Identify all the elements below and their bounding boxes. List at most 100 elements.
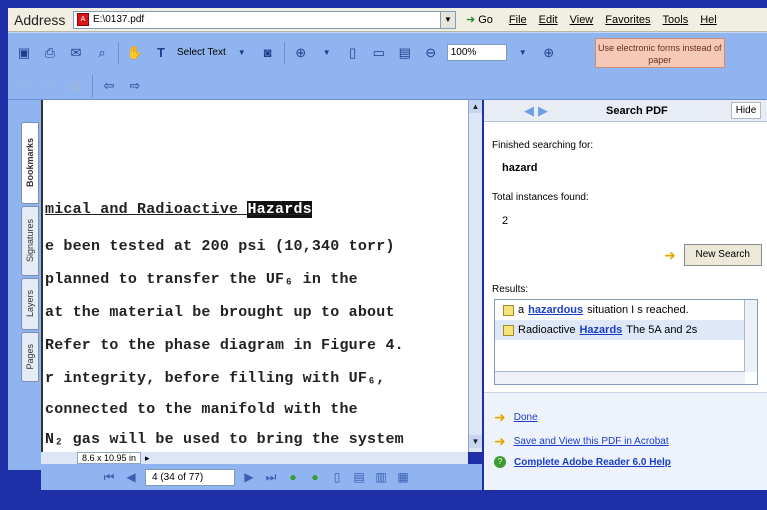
toolbar-divider — [283, 41, 285, 64]
snapshot-icon[interactable]: ◙ — [258, 43, 278, 63]
select-text-dropdown-icon[interactable]: ▼ — [232, 43, 252, 63]
results-vertical-scrollbar[interactable] — [744, 300, 757, 372]
arrow-right-icon: ➜ — [494, 433, 506, 449]
continuous-layout-icon[interactable]: ▤ — [351, 470, 367, 484]
hand-tool-icon[interactable]: ✋ — [125, 43, 145, 63]
document-line: Refer to the phase diagram in Figure 4. — [45, 337, 404, 354]
email-icon[interactable]: ✉ — [66, 43, 86, 63]
menu-tools[interactable]: Tools — [663, 14, 689, 26]
address-bar: Address A E:\0137.pdf ▼ ➜ Go File Edit V… — [8, 8, 767, 32]
new-search-group: ➜ New Search — [664, 244, 762, 266]
address-input[interactable]: A E:\0137.pdf — [73, 10, 441, 29]
menu-file[interactable]: File — [509, 14, 527, 26]
menu-favorites[interactable]: Favorites — [605, 14, 650, 26]
result-item[interactable]: Radioactive Hazards The 5A and 2s — [495, 320, 757, 340]
search-term: hazard — [502, 162, 538, 174]
next-view-circle-icon[interactable]: ● — [307, 470, 323, 484]
fit-width-icon[interactable]: ▤ — [395, 43, 415, 63]
document-page[interactable]: mical and Radioactive Hazards e been tes… — [41, 100, 468, 452]
previous-page-icon[interactable]: ◀ — [123, 470, 139, 484]
search-pane-footer: ➜ Done ➜ Save and View this PDF in Acrob… — [484, 392, 767, 490]
menu-view[interactable]: View — [570, 14, 594, 26]
result-hit: Hazards — [579, 324, 623, 336]
new-search-button[interactable]: New Search — [683, 244, 762, 266]
save-icon[interactable]: ▣ — [14, 43, 34, 63]
done-link-label: Done — [513, 412, 538, 423]
page-size-arrow-icon: ▸ — [145, 452, 150, 463]
document-line-text: mical and Radioactive — [45, 201, 248, 218]
result-text: Radioactive — [518, 324, 576, 336]
document-vertical-scrollbar[interactable]: ▲ ▼ — [468, 100, 482, 452]
document-line: connected to the manifold with the — [45, 401, 358, 418]
toolbar-divider — [118, 41, 119, 64]
zoom-out-icon[interactable]: ⊖ — [421, 43, 441, 63]
go-arrow-icon: ➜ — [466, 14, 476, 26]
results-horizontal-scrollbar[interactable] — [495, 371, 745, 384]
print-icon[interactable]: ⎙ — [40, 43, 60, 63]
page-number-input[interactable]: 4 (34 of 77) — [145, 468, 235, 486]
tab-pages[interactable]: Pages — [21, 332, 39, 382]
select-text-label[interactable]: Select Text — [177, 47, 226, 58]
tab-bookmarks[interactable]: Bookmarks — [21, 122, 39, 204]
pages-icon[interactable]: ▦ — [66, 76, 86, 96]
results-label: Results: — [492, 284, 529, 295]
tab-layers[interactable]: Layers — [21, 278, 39, 330]
zoom-level-dropdown-icon[interactable]: ▼ — [513, 43, 533, 63]
search-icon[interactable]: ⌕ — [92, 43, 112, 63]
zoom-in-small-icon[interactable]: ⊕ — [539, 43, 559, 63]
menu-help[interactable]: Hel — [700, 14, 717, 26]
total-instances-label: Total instances found: — [492, 192, 589, 203]
next-page-icon[interactable]: ▶ — [241, 470, 257, 484]
electronic-forms-notice[interactable]: Use electronic forms instead of paper — [594, 37, 725, 68]
result-text: situation I s reached. — [587, 304, 689, 316]
first-page-icon[interactable]: ⏮ — [101, 470, 117, 485]
zoom-dropdown-icon[interactable]: ▼ — [317, 43, 337, 63]
search-back-forward-icon[interactable]: ◀▶ — [524, 103, 552, 119]
continuous-facing-layout-icon[interactable]: ▦ — [395, 470, 411, 484]
page-size-indicator: 8.6 x 10.95 in — [77, 452, 142, 464]
scroll-down-arrow-icon[interactable]: ▼ — [469, 435, 482, 448]
document-line: r integrity, before filling with UF₆, — [45, 370, 386, 387]
done-link[interactable]: ➜ Done — [494, 409, 538, 426]
adobe-reader-help-link[interactable]: ? Complete Adobe Reader 6.0 Help — [494, 456, 671, 468]
arrow-right-icon: ➜ — [664, 246, 676, 263]
search-pane-title: Search PDF — [606, 105, 668, 117]
search-pane-header: ◀▶ Search PDF Hide — [484, 100, 767, 122]
rotate-right-icon[interactable]: ↷ — [40, 76, 60, 96]
result-text: The 5A and 2s — [626, 324, 698, 336]
rotate-left-icon[interactable]: ↶ — [14, 76, 34, 96]
save-view-acrobat-link[interactable]: ➜ Save and View this PDF in Acrobat — [494, 433, 669, 450]
total-instances-count: 2 — [502, 215, 509, 227]
scroll-up-arrow-icon[interactable]: ▲ — [469, 100, 482, 113]
page-navigation-bar: ⏮ ◀ 4 (34 of 77) ▶ ⏭ ● ● ▯ ▤ ▥ ▦ — [41, 464, 482, 490]
go-button[interactable]: ➜ Go — [466, 13, 493, 27]
menu-edit[interactable]: Edit — [539, 14, 558, 26]
results-list: a hazardous situation I s reached. Radio… — [494, 299, 758, 385]
previous-view-circle-icon[interactable]: ● — [285, 470, 301, 484]
actual-size-icon[interactable]: ▯ — [343, 43, 363, 63]
fit-page-icon[interactable]: ▭ — [369, 43, 389, 63]
select-text-icon[interactable]: T — [151, 43, 171, 63]
address-label: Address — [14, 11, 66, 28]
next-view-icon[interactable]: ⇨ — [125, 76, 145, 96]
document-line: mical and Radioactive Hazards — [45, 201, 312, 218]
result-item[interactable]: a hazardous situation I s reached. — [495, 300, 757, 320]
last-page-icon[interactable]: ⏭ — [263, 470, 279, 485]
address-dropdown-button[interactable]: ▼ — [441, 10, 456, 29]
hide-button[interactable]: Hide — [731, 102, 761, 119]
document-line: N₂ gas will be used to bring the system — [45, 431, 404, 448]
main-toolbar: ▣ ⎙ ✉ ⌕ ✋ T Select Text ▼ ◙ ⊕ ▼ ▯ ▭ ▤ ⊖ … — [8, 32, 767, 72]
tab-signatures-label: Signatures — [25, 219, 35, 263]
result-hit: hazardous — [528, 304, 584, 316]
tab-signatures[interactable]: Signatures — [21, 206, 39, 276]
zoom-input[interactable]: 100% — [446, 44, 507, 61]
previous-view-icon[interactable]: ⇦ — [99, 76, 119, 96]
document-line: e been tested at 200 psi (10,340 torr) — [45, 238, 395, 255]
zoom-in-icon[interactable]: ⊕ — [291, 43, 311, 63]
save-view-acrobat-label: Save and View this PDF in Acrobat — [513, 436, 669, 447]
toolbar-divider — [92, 74, 93, 97]
adobe-reader-help-label: Complete Adobe Reader 6.0 Help — [514, 456, 671, 468]
facing-layout-icon[interactable]: ▥ — [373, 470, 389, 484]
single-page-layout-icon[interactable]: ▯ — [329, 470, 345, 484]
document-horizontal-scrollbar[interactable]: 8.6 x 10.95 in ▸ — [41, 452, 468, 464]
